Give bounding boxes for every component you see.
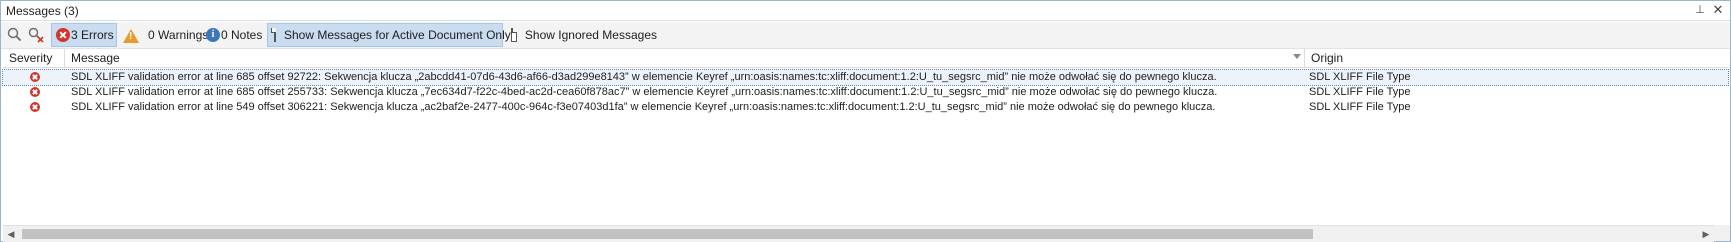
panel-titlebar: Messages (3) ⊥ ✕ — [1, 1, 1730, 21]
error-icon — [30, 102, 40, 112]
messages-panel: Messages (3) ⊥ ✕ 3 Errors ! 0 Warnings i… — [0, 0, 1731, 242]
warning-icon: ! — [123, 28, 139, 43]
message-row[interactable]: SDL XLIFF validation error at line 549 o… — [3, 100, 1728, 115]
column-header-origin[interactable]: Origin — [1305, 49, 1728, 67]
active-document-only-label: Show Messages for Active Document Only — [284, 28, 511, 42]
column-header-severity[interactable]: Severity — [3, 49, 65, 67]
error-icon — [30, 72, 40, 82]
show-ignored-toggle[interactable]: Show Ignored Messages — [507, 23, 657, 47]
origin-cell: SDL XLIFF File Type — [1309, 86, 1411, 98]
close-icon[interactable]: ✕ — [1712, 3, 1724, 17]
message-row[interactable]: SDL XLIFF validation error at line 685 o… — [2, 69, 1729, 86]
notes-toggle[interactable]: i 0 Notes — [204, 23, 266, 47]
active-document-only-toggle[interactable]: Show Messages for Active Document Only — [267, 23, 511, 47]
message-cell: SDL XLIFF validation error at line 549 o… — [71, 101, 1216, 113]
message-cell: SDL XLIFF validation error at line 685 o… — [71, 71, 1217, 83]
horizontal-scrollbar[interactable]: ◀ ▶ — [3, 225, 1714, 242]
error-icon — [30, 87, 40, 97]
scrollbar-corner — [1714, 225, 1730, 241]
grid-header: Severity Message Origin — [3, 49, 1728, 68]
panel-title: Messages (3) — [6, 4, 79, 18]
error-icon — [56, 28, 70, 42]
severity-cell — [3, 100, 65, 115]
errors-label: 3 Errors — [71, 28, 114, 42]
sort-arrow-icon[interactable] — [1293, 54, 1301, 59]
scrollbar-thumb[interactable] — [22, 229, 1313, 239]
messages-grid: Severity Message Origin SDL XLIFF valida… — [2, 49, 1729, 206]
origin-cell: SDL XLIFF File Type — [1309, 71, 1411, 83]
notes-label: 0 Notes — [221, 28, 263, 42]
warnings-toggle[interactable]: ! 0 Warnings — [121, 23, 208, 47]
warnings-label: 0 Warnings — [148, 28, 209, 42]
document-icon — [511, 28, 517, 42]
column-header-message[interactable]: Message — [65, 49, 1305, 67]
pin-icon[interactable]: ⊥ — [1694, 4, 1706, 16]
severity-cell — [3, 70, 65, 85]
clear-messages-button[interactable] — [28, 23, 48, 47]
scroll-right-icon[interactable]: ▶ — [1698, 226, 1714, 242]
clear-messages-icon — [28, 27, 44, 43]
filter-clear-button[interactable] — [7, 23, 27, 47]
message-cell: SDL XLIFF validation error at line 685 o… — [71, 86, 1218, 98]
info-icon: i — [206, 28, 220, 42]
severity-cell — [3, 85, 65, 100]
errors-toggle[interactable]: 3 Errors — [51, 23, 117, 47]
document-icon — [271, 28, 276, 42]
message-row[interactable]: SDL XLIFF validation error at line 685 o… — [3, 85, 1728, 100]
filter-clear-icon — [7, 27, 22, 42]
origin-cell: SDL XLIFF File Type — [1309, 101, 1411, 113]
scroll-left-icon[interactable]: ◀ — [3, 226, 19, 242]
show-ignored-label: Show Ignored Messages — [524, 28, 657, 42]
messages-toolbar: 3 Errors ! 0 Warnings i 0 Notes Show Mes… — [1, 22, 1730, 49]
